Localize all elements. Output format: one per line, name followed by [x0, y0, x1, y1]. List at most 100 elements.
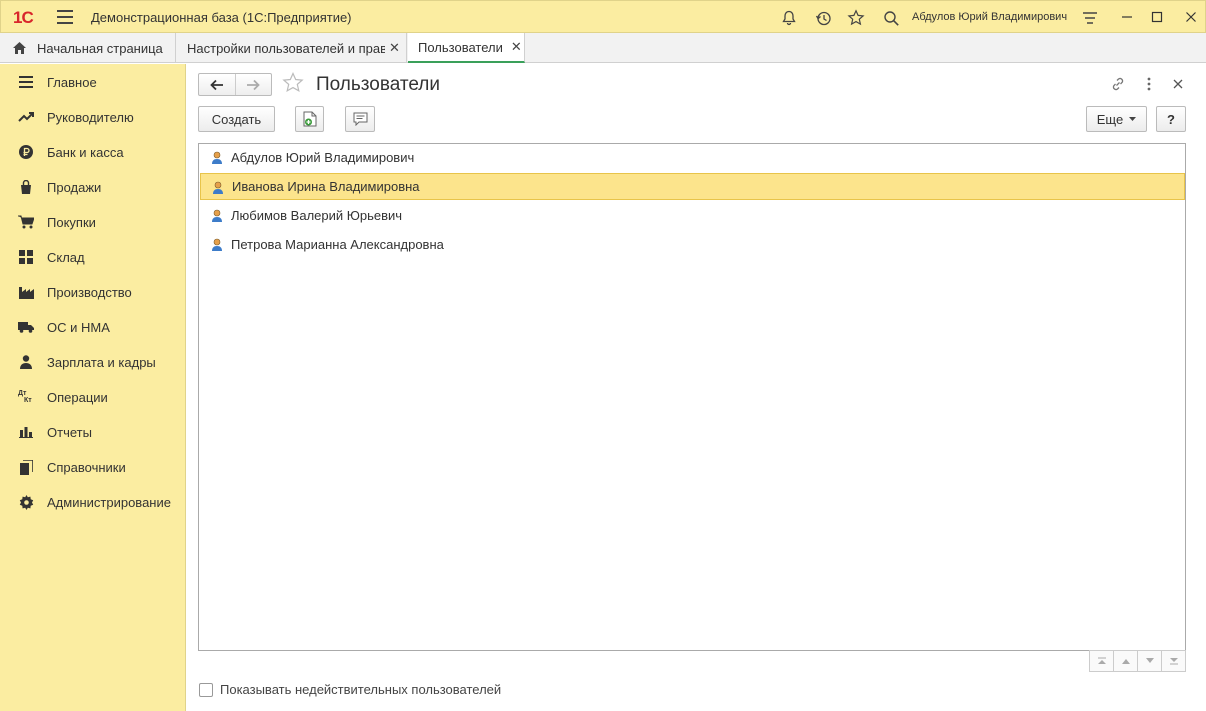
- bar-chart-icon: [18, 424, 34, 440]
- person-icon: [18, 354, 34, 370]
- sidebar-item-label: Производство: [47, 284, 132, 300]
- home-icon: [13, 42, 26, 54]
- trend-icon: [18, 109, 34, 125]
- close-tab-icon[interactable]: ✕: [389, 40, 400, 56]
- sidebar-item-manager[interactable]: Руководителю: [0, 102, 186, 132]
- favorites-star-icon[interactable]: [845, 7, 867, 29]
- list-item[interactable]: Абдулов Юрий Владимирович: [200, 144, 1185, 171]
- sidebar-item-label: Склад: [47, 249, 85, 265]
- scroll-top-button[interactable]: [1090, 651, 1114, 671]
- comment-icon: [353, 112, 367, 126]
- settings-lines-icon[interactable]: [1079, 7, 1101, 29]
- create-button[interactable]: Создать: [198, 106, 275, 132]
- history-nav: [198, 73, 272, 96]
- sidebar-item-label: Справочники: [47, 459, 126, 475]
- close-tab-icon[interactable]: ✕: [511, 39, 522, 55]
- tab-user-settings[interactable]: Настройки пользователей и прав ✕: [177, 33, 407, 63]
- tab-home-label: Начальная страница: [37, 40, 163, 56]
- tab-home[interactable]: Начальная страница: [0, 33, 176, 63]
- close-form-icon[interactable]: [1168, 74, 1188, 94]
- user-icon: [212, 238, 222, 251]
- back-button[interactable]: [199, 74, 236, 95]
- user-name: Любимов Валерий Юрьевич: [231, 208, 403, 223]
- sidebar: Главное Руководителю Банк и касса Продаж…: [0, 64, 186, 711]
- user-icon: [212, 151, 222, 164]
- search-icon[interactable]: [880, 7, 902, 29]
- sidebar-item-main[interactable]: Главное: [0, 67, 186, 97]
- list-item[interactable]: Иванова Ирина Владимировна: [200, 173, 1185, 200]
- scroll-up-button[interactable]: [1114, 651, 1138, 671]
- sidebar-item-purchases[interactable]: Покупки: [0, 207, 186, 237]
- list-scroll-buttons: [1089, 650, 1186, 672]
- books-icon: [18, 459, 34, 475]
- tab-bar: Начальная страница Настройки пользовател…: [0, 33, 1206, 63]
- caret-down-icon: [1129, 117, 1137, 121]
- sidebar-item-label: Руководителю: [47, 109, 134, 125]
- cart-icon: [18, 214, 34, 230]
- sidebar-item-salary[interactable]: Зарплата и кадры: [0, 347, 186, 377]
- comment-button[interactable]: [345, 106, 375, 132]
- dt-kt-glyph: Кт: [24, 397, 32, 404]
- sidebar-item-production[interactable]: Производство: [0, 277, 186, 307]
- maximize-button[interactable]: [1145, 6, 1169, 28]
- gear-icon: [18, 494, 34, 510]
- dt-kt-glyph: Дт: [18, 390, 27, 397]
- list-item[interactable]: Любимов Валерий Юрьевич: [200, 202, 1185, 229]
- tab-users-label: Пользователи: [418, 39, 503, 55]
- app-title: Демонстрационная база (1С:Предприятие): [91, 10, 352, 25]
- close-window-button[interactable]: [1179, 6, 1203, 28]
- sidebar-item-label: ОС и НМА: [47, 319, 110, 335]
- sidebar-item-label: Зарплата и кадры: [47, 354, 156, 370]
- user-icon: [212, 209, 222, 222]
- bell-icon[interactable]: [778, 7, 800, 29]
- user-icon: [213, 181, 223, 194]
- sidebar-item-administration[interactable]: Администрирование: [0, 487, 186, 517]
- truck-icon: [18, 319, 34, 335]
- sidebar-item-fixed-assets[interactable]: ОС и НМА: [0, 312, 186, 342]
- more-vertical-icon[interactable]: [1139, 74, 1159, 94]
- tab-user-settings-label: Настройки пользователей и прав: [187, 40, 385, 56]
- ruble-coin-icon: [18, 144, 34, 160]
- history-icon[interactable]: [812, 7, 834, 29]
- sidebar-item-label: Администрирование: [47, 494, 171, 510]
- sidebar-item-label: Отчеты: [47, 424, 92, 440]
- add-document-icon: [303, 111, 316, 127]
- forward-button[interactable]: [236, 74, 272, 95]
- sidebar-item-reports[interactable]: Отчеты: [0, 417, 186, 447]
- minimize-button[interactable]: [1115, 6, 1139, 28]
- sidebar-item-label: Продажи: [47, 179, 102, 195]
- help-button[interactable]: ?: [1156, 106, 1186, 132]
- current-user-name[interactable]: Абдулов Юрий Владимирович: [912, 11, 1067, 23]
- show-inactive-label[interactable]: Показывать недействительных пользователе…: [220, 682, 501, 697]
- sidebar-item-bank[interactable]: Банк и касса: [0, 137, 186, 167]
- sidebar-item-operations[interactable]: Дт Кт Операции: [0, 382, 186, 412]
- warehouse-icon: [18, 249, 34, 265]
- sidebar-item-label: Банк и касса: [47, 144, 124, 160]
- user-name: Петрова Марианна Александровна: [231, 237, 444, 252]
- sidebar-item-label: Главное: [47, 74, 97, 90]
- bag-icon: [18, 179, 34, 195]
- scroll-down-button[interactable]: [1138, 651, 1162, 671]
- users-list[interactable]: Абдулов Юрий Владимирович Иванова Ирина …: [198, 143, 1186, 651]
- copy-document-button[interactable]: [295, 106, 324, 132]
- menu-lines-icon: [18, 74, 34, 90]
- more-button-label: Еще: [1096, 111, 1124, 127]
- more-button[interactable]: Еще: [1086, 106, 1147, 132]
- factory-icon: [18, 284, 34, 300]
- main-menu-icon[interactable]: [57, 10, 73, 24]
- sidebar-item-warehouse[interactable]: Склад: [0, 242, 186, 272]
- show-inactive-checkbox[interactable]: [199, 682, 213, 697]
- link-icon[interactable]: [1108, 74, 1128, 94]
- sidebar-item-sales[interactable]: Продажи: [0, 172, 186, 202]
- main-content: Пользователи Создать Еще ? Абдулов Юрий …: [187, 64, 1206, 711]
- sidebar-item-label: Покупки: [47, 214, 96, 230]
- list-item[interactable]: Петрова Марианна Александровна: [200, 231, 1185, 258]
- app-logo: 1С: [13, 8, 34, 27]
- favorite-star-icon[interactable]: [282, 72, 304, 99]
- sidebar-item-directories[interactable]: Справочники: [0, 452, 186, 482]
- sidebar-item-label: Операции: [47, 389, 108, 405]
- tab-users[interactable]: Пользователи ✕: [408, 33, 525, 63]
- scroll-bottom-button[interactable]: [1162, 651, 1185, 671]
- show-inactive-option: Показывать недействительных пользователе…: [199, 682, 501, 697]
- page-title: Пользователи: [316, 74, 441, 95]
